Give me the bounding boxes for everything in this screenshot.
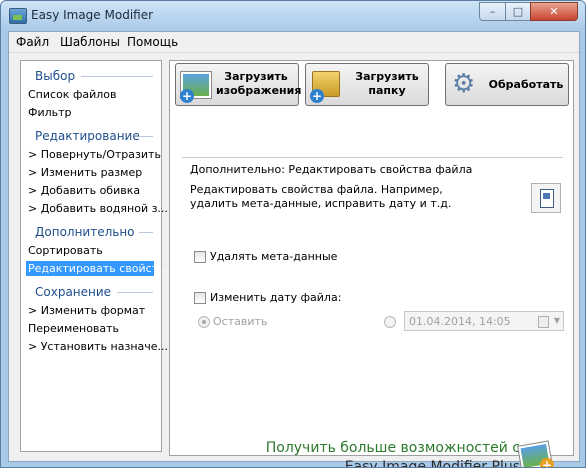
remove-metadata-checkbox[interactable] [194, 251, 206, 263]
sidebar-section-selection: Выбор [35, 69, 76, 83]
main-panel: + Загрузить изображения + Загрузить папк… [169, 60, 574, 467]
panel-description: Редактировать свойства файла. Например, … [190, 183, 452, 210]
chevron-down-icon[interactable]: ▼ [554, 316, 560, 325]
window-title: Easy Image Modifier [31, 8, 154, 22]
process-button[interactable]: ⚙ Обработать [445, 63, 569, 106]
document-icon [540, 189, 554, 208]
promo-line-1: Получить больше возможностей с [265, 440, 520, 456]
sidebar-item-filter[interactable]: Фильтр [28, 106, 72, 119]
sidebar-section-editing: Редактирование [35, 129, 140, 143]
promo-text[interactable]: Получить больше возможностей с Easy Imag… [260, 439, 520, 468]
plus-icon: + [540, 458, 554, 467]
client-area: Файл Шаблоны Помощь Выбор Список файлов … [8, 31, 580, 467]
sidebar-item-change-format[interactable]: > Изменить формат [28, 304, 145, 317]
sidebar-item-add-watermark[interactable]: > Добавить водяной з... [28, 202, 168, 215]
maximize-button[interactable]: □ [505, 2, 531, 21]
panel-separator [182, 157, 563, 158]
app-window: Easy Image Modifier – □ ✕ Файл Шаблоны П… [0, 0, 586, 468]
section-divider [117, 292, 153, 293]
sidebar-section-saving: Сохранение [35, 285, 112, 299]
title-bar[interactable]: Easy Image Modifier – □ ✕ [1, 1, 585, 31]
change-date-label[interactable]: Изменить дату файла: [210, 291, 341, 304]
minimize-button[interactable]: – [479, 2, 506, 21]
plus-icon: + [310, 89, 324, 103]
menu-file[interactable]: Файл [16, 35, 49, 49]
sidebar-item-file-list[interactable]: Список файлов [28, 88, 116, 101]
section-divider [139, 232, 153, 233]
load-images-label: Загрузить изображения [216, 70, 302, 97]
file-properties-button[interactable] [531, 183, 561, 213]
menu-templates[interactable]: Шаблоны [60, 35, 120, 49]
plus-icon: + [180, 89, 194, 103]
calendar-icon [538, 316, 549, 328]
sidebar-item-sort[interactable]: Сортировать [28, 244, 103, 257]
date-picker-field[interactable]: 01.04.2014, 14:05 ▼ [404, 311, 564, 331]
panel-title: Дополнительно: Редактировать свойства фа… [190, 163, 473, 176]
sidebar-item-edit-properties[interactable]: Редактировать свойст... [26, 261, 169, 276]
custom-date-radio[interactable] [384, 316, 396, 328]
load-images-button[interactable]: + Загрузить изображения [175, 63, 302, 106]
gears-icon: ⚙ [452, 69, 476, 99]
sidebar-item-resize[interactable]: > Изменить размер [28, 166, 142, 179]
change-date-checkbox[interactable] [194, 292, 206, 304]
remove-metadata-label[interactable]: Удалять мета-данные [210, 250, 337, 263]
menu-bar: Файл Шаблоны Помощь [9, 32, 579, 53]
app-icon[interactable] [9, 8, 27, 24]
load-folder-button[interactable]: + Загрузить папку [305, 63, 429, 106]
keep-date-radio[interactable] [198, 316, 210, 328]
sidebar-item-rename[interactable]: Переименовать [28, 322, 119, 335]
section-divider [81, 76, 153, 77]
section-divider [139, 136, 153, 137]
sidebar: Выбор Список файлов Фильтр Редактировани… [20, 60, 169, 452]
keep-date-label[interactable]: Оставить [213, 315, 267, 328]
sidebar-item-set-destination[interactable]: > Установить назначе... [28, 340, 168, 353]
process-label: Обработать [488, 78, 564, 91]
sidebar-item-add-padding[interactable]: > Добавить обивка [28, 184, 140, 197]
close-button[interactable]: ✕ [530, 2, 578, 21]
sidebar-item-rotate-flip[interactable]: > Повернуть/Отразить [28, 148, 161, 161]
load-folder-label: Загрузить папку [355, 70, 419, 97]
menu-help[interactable]: Помощь [127, 35, 178, 49]
plus-upgrade-icon[interactable]: + [516, 438, 556, 467]
date-value: 01.04.2014, 14:05 [409, 315, 511, 328]
sidebar-section-additional: Дополнительно [35, 225, 135, 239]
promo-line-2: Easy Image Modifier Plus [344, 459, 520, 468]
